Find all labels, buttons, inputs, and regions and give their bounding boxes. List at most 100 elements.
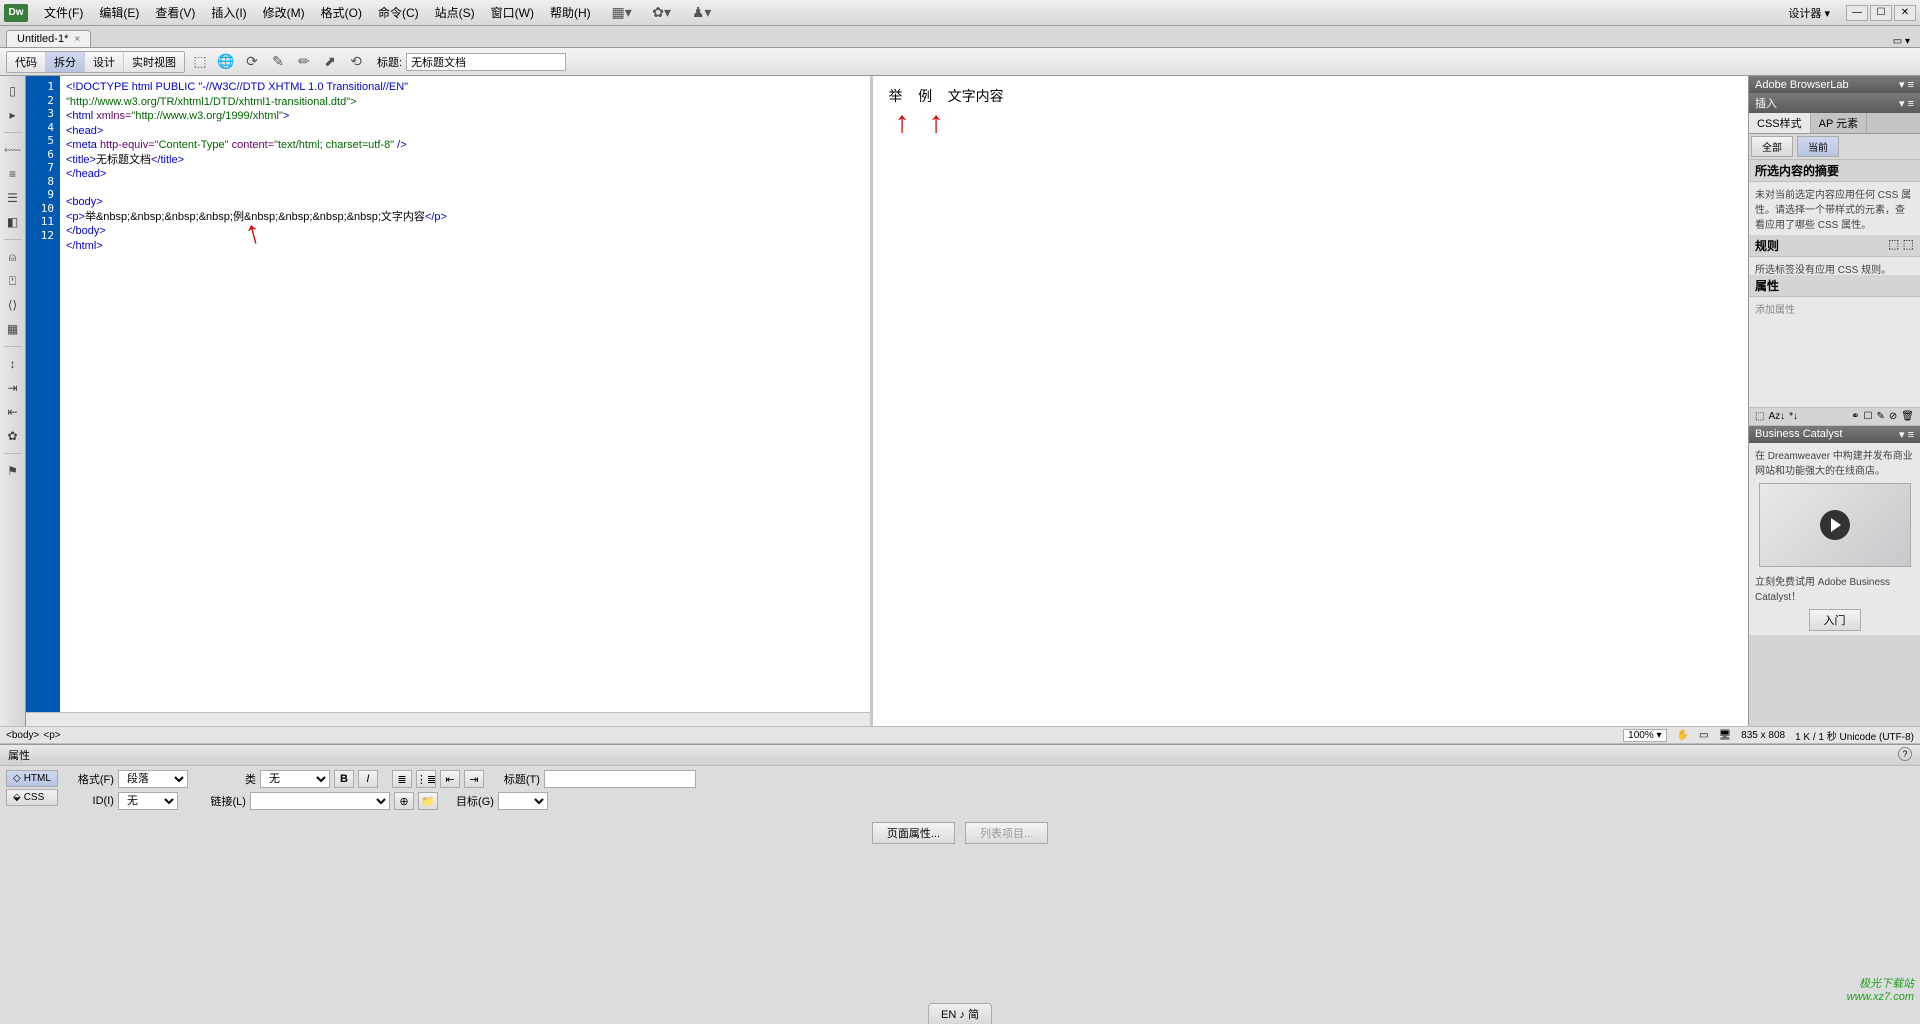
tag-p[interactable]: <p> bbox=[43, 730, 60, 741]
tool4-icon[interactable]: ✎ bbox=[268, 52, 288, 72]
apply-comment-icon[interactable]: ⍝ bbox=[4, 248, 22, 266]
recent-snippets-icon[interactable]: ▦ bbox=[4, 320, 22, 338]
css-add-prop[interactable]: 添加属性 bbox=[1749, 297, 1920, 315]
page-props-button[interactable]: 页面属性... bbox=[872, 822, 955, 844]
css-current-button[interactable]: 当前 bbox=[1797, 136, 1839, 157]
collapse-icon[interactable]: ▸ bbox=[4, 106, 22, 124]
view-design-button[interactable]: 设计 bbox=[85, 52, 124, 72]
properties-title[interactable]: 属性 ? bbox=[0, 745, 1920, 766]
link-icon[interactable]: ⚭ bbox=[1851, 411, 1859, 422]
site-icon[interactable]: ♟▾ bbox=[692, 3, 712, 23]
prop-format-select[interactable]: 段落 bbox=[118, 770, 188, 788]
format-icon[interactable]: ✿ bbox=[4, 427, 22, 445]
menu-view[interactable]: 查看(V) bbox=[147, 4, 203, 21]
help-icon[interactable]: ? bbox=[1898, 747, 1912, 761]
disable-icon[interactable]: ⊘ bbox=[1889, 411, 1897, 422]
document-tab[interactable]: Untitled-1* × bbox=[6, 30, 91, 47]
italic-button[interactable]: I bbox=[358, 770, 378, 788]
ul-button[interactable]: ≣ bbox=[392, 770, 412, 788]
highlight-icon[interactable]: ◧ bbox=[4, 213, 22, 231]
menu-commands[interactable]: 命令(C) bbox=[370, 4, 427, 21]
inspect-icon[interactable]: ⬚ bbox=[190, 52, 210, 72]
trash-icon[interactable]: 🗑 bbox=[1901, 411, 1914, 422]
menu-site[interactable]: 站点(S) bbox=[427, 4, 483, 21]
window-controls: — ☐ ✕ bbox=[1846, 5, 1916, 21]
menu-help[interactable]: 帮助(H) bbox=[542, 4, 599, 21]
panel-insert[interactable]: 插入▾ ≡ bbox=[1749, 93, 1920, 113]
title-input[interactable] bbox=[406, 53, 566, 71]
panel-browserlab[interactable]: Adobe BrowserLab▾ ≡ bbox=[1749, 76, 1920, 93]
outdent-icon[interactable]: ⇤ bbox=[4, 403, 22, 421]
prop-target-select[interactable] bbox=[498, 792, 548, 810]
menu-format[interactable]: 格式(O) bbox=[313, 4, 370, 21]
tool7-icon[interactable]: ⟲ bbox=[346, 52, 366, 72]
close-button[interactable]: ✕ bbox=[1894, 5, 1916, 21]
annotation-arrow-2: ↑ bbox=[929, 106, 944, 140]
remove-comment-icon[interactable]: ⍞ bbox=[4, 272, 22, 290]
new-icon[interactable]: ☐ bbox=[1864, 411, 1873, 422]
open-docs-icon[interactable]: ▯ bbox=[4, 82, 22, 100]
menu-window[interactable]: 窗口(W) bbox=[483, 4, 542, 21]
balance-icon[interactable]: ≡ bbox=[4, 165, 22, 183]
tool5-icon[interactable]: ✏ bbox=[294, 52, 314, 72]
app-logo: Dw bbox=[4, 4, 28, 22]
move-icon[interactable]: ↕ bbox=[4, 355, 22, 373]
select-icon[interactable]: ▭ bbox=[1699, 730, 1708, 741]
bc-start-button[interactable]: 入门 bbox=[1809, 609, 1861, 631]
point-to-file-icon[interactable]: ⊕ bbox=[394, 792, 414, 810]
menubar-right: 设计器 ▾ — ☐ ✕ bbox=[1780, 5, 1916, 21]
prop-title-input[interactable] bbox=[544, 770, 696, 788]
prop-link-select[interactable] bbox=[250, 792, 390, 810]
zoom-select[interactable]: 100% ▾ bbox=[1623, 729, 1666, 742]
prop-class-select[interactable]: 无 bbox=[260, 770, 330, 788]
menu-edit[interactable]: 编辑(E) bbox=[91, 4, 147, 21]
outdent-button[interactable]: ⇤ bbox=[440, 770, 460, 788]
minimize-button[interactable]: — bbox=[1846, 5, 1868, 21]
bold-button[interactable]: B bbox=[334, 770, 354, 788]
panel-business-catalyst[interactable]: Business Catalyst▾ ≡ bbox=[1749, 426, 1920, 443]
indent-icon[interactable]: ⇥ bbox=[4, 379, 22, 397]
view-code-button[interactable]: 代码 bbox=[7, 52, 46, 72]
preview-pane[interactable]: 举 例 文字内容 ↑ ↑ bbox=[873, 76, 1749, 726]
globe-icon[interactable]: 🌐 bbox=[216, 52, 236, 72]
status-dims: 835 x 808 bbox=[1741, 730, 1785, 741]
indent-button[interactable]: ⇥ bbox=[464, 770, 484, 788]
extend-icon[interactable]: ✿▾ bbox=[652, 3, 672, 23]
workspace-dropdown[interactable]: 设计器 ▾ bbox=[1780, 5, 1838, 21]
tool6-icon[interactable]: ⬈ bbox=[320, 52, 340, 72]
tag-body[interactable]: <body> bbox=[6, 730, 39, 741]
view-split-button[interactable]: 拆分 bbox=[46, 52, 85, 72]
css-all-button[interactable]: 全部 bbox=[1751, 136, 1793, 157]
menu-modify[interactable]: 修改(M) bbox=[255, 4, 313, 21]
tab-ap-elements[interactable]: AP 元素 bbox=[1811, 113, 1868, 133]
css-icon1[interactable]: ⬚ bbox=[1755, 411, 1764, 422]
ol-button[interactable]: ⋮≣ bbox=[416, 770, 436, 788]
layout-icon[interactable]: ▦▾ bbox=[612, 3, 632, 23]
hand-icon[interactable]: ✋ bbox=[1677, 730, 1689, 741]
refresh-icon[interactable]: ⟳ bbox=[242, 52, 262, 72]
prop-mode-html[interactable]: ◇ HTML bbox=[6, 770, 58, 787]
maximize-button[interactable]: ☐ bbox=[1870, 5, 1892, 21]
code-editor[interactable]: <!DOCTYPE html PUBLIC "-//W3C//DTD XHTML… bbox=[60, 76, 870, 726]
select-parent-icon[interactable]: ⬳ bbox=[4, 141, 22, 159]
prop-mode-css[interactable]: ⬙ CSS bbox=[6, 789, 58, 806]
title-label: 标题: bbox=[377, 54, 402, 70]
code-scrollbar-x[interactable] bbox=[26, 712, 870, 726]
language-bar[interactable]: EN ♪ 简 bbox=[928, 1003, 992, 1024]
edit2-icon[interactable]: ✎ bbox=[1877, 411, 1885, 422]
close-icon[interactable]: × bbox=[74, 34, 80, 45]
menu-insert[interactable]: 插入(I) bbox=[203, 4, 254, 21]
tab-css-styles[interactable]: CSS样式 bbox=[1749, 113, 1811, 133]
css-icon3[interactable]: *↓ bbox=[1789, 411, 1798, 422]
browse-icon[interactable]: 📁 bbox=[418, 792, 438, 810]
view-live-button[interactable]: 实时视图 bbox=[124, 52, 184, 72]
wrap-tag-icon[interactable]: ⟨⟩ bbox=[4, 296, 22, 314]
prop-id-select[interactable]: 无 bbox=[118, 792, 178, 810]
screen-icon[interactable]: 🖥 bbox=[1718, 730, 1731, 741]
code-toolbar: ▯ ▸ ⬳ ≡ ☰ ◧ ⍝ ⍞ ⟨⟩ ▦ ↕ ⇥ ⇤ ✿ ⚑ bbox=[0, 76, 26, 726]
menu-file[interactable]: 文件(F) bbox=[36, 4, 91, 21]
line-num-icon[interactable]: ☰ bbox=[4, 189, 22, 207]
az-icon[interactable]: Az↓ bbox=[1768, 411, 1785, 422]
syntax-icon[interactable]: ⚑ bbox=[4, 462, 22, 480]
properties-panel: 属性 ? ◇ HTML ⬙ CSS 格式(F) 段落 类 无 B I ≣ ⋮≣ … bbox=[0, 744, 1920, 848]
